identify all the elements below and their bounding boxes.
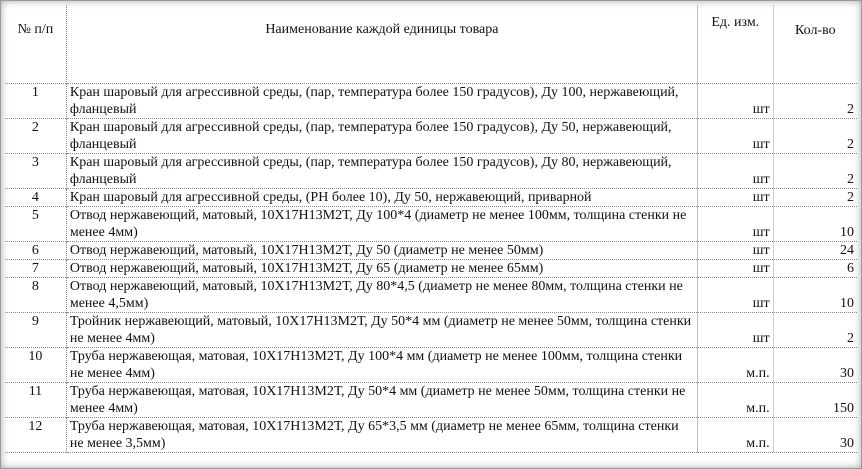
cell-unit[interactable]: шт xyxy=(696,153,774,188)
header-unit[interactable]: Ед. изм. xyxy=(696,5,774,83)
table-header: № п/п Наименование каждой единицы товара… xyxy=(5,5,857,83)
cell-unit[interactable]: шт xyxy=(696,206,774,241)
cell-name[interactable]: Отвод нержавеющий, матовый, 10Х17Н13М2Т,… xyxy=(65,277,698,312)
cell-number[interactable]: 7 xyxy=(5,259,66,277)
cell-quantity[interactable]: 2 xyxy=(772,118,857,153)
cell-quantity[interactable]: 10 xyxy=(772,277,857,312)
cell-number[interactable]: 8 xyxy=(5,277,66,312)
cell-name[interactable]: Труба нержавеющая, матовая, 10Х17Н13М2Т,… xyxy=(65,347,698,382)
cell-name[interactable]: Кран шаровый для агрессивной среды, (пар… xyxy=(65,83,698,118)
cell-name[interactable]: Труба нержавеющая, матовая, 10Х17Н13М2Т,… xyxy=(65,417,698,452)
header-number[interactable]: № п/п xyxy=(5,5,66,83)
table-row: 1 Кран шаровый для агрессивной среды, (п… xyxy=(5,83,857,118)
cell-number[interactable]: 10 xyxy=(5,347,66,382)
cell-name[interactable]: Отвод нержавеющий, матовый, 10Х17Н13М2Т,… xyxy=(65,259,698,277)
header-row: № п/п Наименование каждой единицы товара… xyxy=(5,5,857,83)
cell-number[interactable]: 6 xyxy=(5,241,66,259)
table-row: 7 Отвод нержавеющий, матовый, 10Х17Н13М2… xyxy=(5,259,857,277)
cell-quantity[interactable]: 150 xyxy=(772,382,857,417)
cell-unit[interactable]: шт xyxy=(696,118,774,153)
cell-number[interactable]: 2 xyxy=(5,118,66,153)
cell-name[interactable]: Кран шаровый для агрессивной среды, (PH … xyxy=(65,188,698,206)
cell-name[interactable]: Труба нержавеющая, матовая, 10Х17Н13М2Т,… xyxy=(65,382,698,417)
cell-unit[interactable]: шт xyxy=(696,312,774,347)
table-row: 11 Труба нержавеющая, матовая, 10Х17Н13М… xyxy=(5,382,857,417)
cell-quantity[interactable]: 2 xyxy=(772,83,857,118)
table-row: 6 Отвод нержавеющий, матовый, 10Х17Н13М2… xyxy=(5,241,857,259)
cell-quantity[interactable]: 2 xyxy=(772,153,857,188)
header-name[interactable]: Наименование каждой единицы товара xyxy=(65,5,698,83)
cell-quantity[interactable]: 2 xyxy=(772,312,857,347)
cell-quantity[interactable]: 6 xyxy=(772,259,857,277)
cell-quantity[interactable]: 24 xyxy=(772,241,857,259)
cell-quantity[interactable]: 10 xyxy=(772,206,857,241)
cell-name[interactable]: Отвод нержавеющий, матовый, 10Х17Н13М2Т,… xyxy=(65,241,698,259)
table-body: 1 Кран шаровый для агрессивной среды, (п… xyxy=(5,83,857,452)
cell-unit[interactable]: шт xyxy=(696,259,774,277)
cell-number[interactable]: 3 xyxy=(5,153,66,188)
cell-quantity[interactable]: 30 xyxy=(772,417,857,452)
goods-table: № п/п Наименование каждой единицы товара… xyxy=(5,5,857,453)
table-row: 9 Тройник нержавеющий, матовый, 10Х17Н13… xyxy=(5,312,857,347)
cell-number[interactable]: 12 xyxy=(5,417,66,452)
table-row: 4 Кран шаровый для агрессивной среды, (P… xyxy=(5,188,857,206)
cell-unit[interactable]: шт xyxy=(696,188,774,206)
cell-unit[interactable]: шт xyxy=(696,277,774,312)
table-row: 2 Кран шаровый для агрессивной среды, (п… xyxy=(5,118,857,153)
table-row: 12 Труба нержавеющая, матовая, 10Х17Н13М… xyxy=(5,417,857,452)
spreadsheet-sheet: № п/п Наименование каждой единицы товара… xyxy=(0,0,862,469)
cell-number[interactable]: 5 xyxy=(5,206,66,241)
cell-name[interactable]: Кран шаровый для агрессивной среды, (пар… xyxy=(65,118,698,153)
header-quantity[interactable]: Кол-во xyxy=(772,5,857,83)
cell-unit[interactable]: шт xyxy=(696,241,774,259)
cell-unit[interactable]: м.п. xyxy=(696,382,774,417)
cell-unit[interactable]: шт xyxy=(696,83,774,118)
table-row: 8 Отвод нержавеющий, матовый, 10Х17Н13М2… xyxy=(5,277,857,312)
cell-number[interactable]: 11 xyxy=(5,382,66,417)
cell-name[interactable]: Тройник нержавеющий, матовый, 10Х17Н13М2… xyxy=(65,312,698,347)
table-row: 3 Кран шаровый для агрессивной среды, (п… xyxy=(5,153,857,188)
cell-number[interactable]: 1 xyxy=(5,83,66,118)
cell-name[interactable]: Отвод нержавеющий, матовый, 10Х17Н13М2Т,… xyxy=(65,206,698,241)
table-row: 10 Труба нержавеющая, матовая, 10Х17Н13М… xyxy=(5,347,857,382)
cell-name[interactable]: Кран шаровый для агрессивной среды, (пар… xyxy=(65,153,698,188)
table-row: 5 Отвод нержавеющий, матовый, 10Х17Н13М2… xyxy=(5,206,857,241)
cell-unit[interactable]: м.п. xyxy=(696,347,774,382)
cell-unit[interactable]: м.п. xyxy=(696,417,774,452)
cell-number[interactable]: 9 xyxy=(5,312,66,347)
cell-quantity[interactable]: 30 xyxy=(772,347,857,382)
cell-quantity[interactable]: 2 xyxy=(772,188,857,206)
cell-number[interactable]: 4 xyxy=(5,188,66,206)
